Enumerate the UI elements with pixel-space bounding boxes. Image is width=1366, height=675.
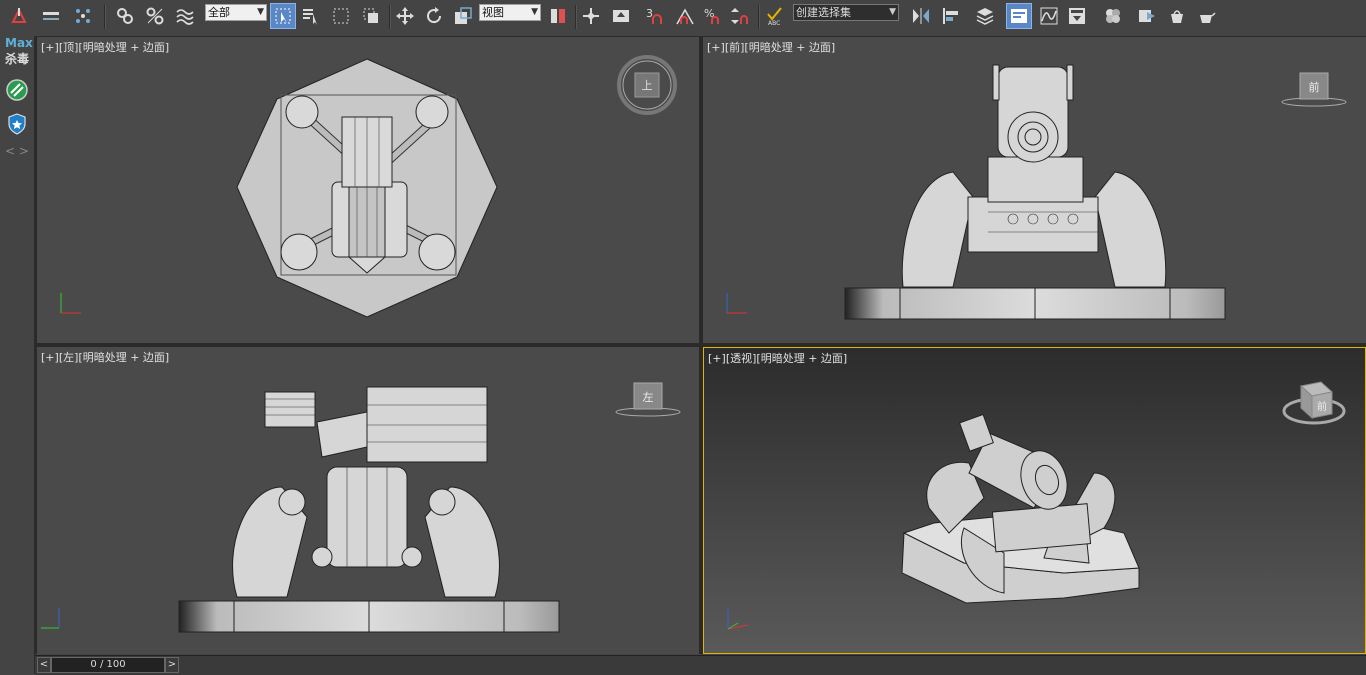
axis-tripod-left — [41, 608, 60, 629]
perspective-view-model — [704, 348, 1365, 653]
viewcube-face-left[interactable]: 左 — [640, 389, 656, 405]
material-editor-icon[interactable] — [1100, 3, 1126, 29]
svg-text:3: 3 — [646, 7, 653, 20]
next-frame-button[interactable]: > — [165, 657, 179, 673]
viewport-top[interactable]: [+][顶][明暗处理 + 边面] 上 — [37, 37, 699, 343]
link-icon[interactable] — [112, 3, 138, 29]
viewcube-face-front[interactable]: 前 — [1306, 79, 1322, 95]
viewport-front[interactable]: [+][前][明暗处理 + 边面] 前 — [703, 37, 1366, 343]
bind-spacewarp-icon[interactable] — [172, 3, 198, 29]
move-icon[interactable] — [392, 3, 418, 29]
snaps-toggle-icon[interactable]: 3 — [642, 3, 668, 29]
axis-tripod-front — [726, 293, 747, 314]
spinner-snap-icon[interactable] — [728, 3, 754, 29]
scene-explorer-icon[interactable] — [1006, 3, 1032, 29]
viewport-left[interactable]: [+][左][明暗处理 + 边面] 左 — [37, 347, 699, 654]
viewport-perspective[interactable]: [+][透视][明暗处理 + 边面] 前 — [703, 347, 1366, 654]
axis-tripod-top — [60, 293, 81, 314]
scale-icon[interactable] — [450, 3, 476, 29]
select-by-name-icon[interactable] — [298, 3, 324, 29]
plugin-sidebar: Max 杀毒 < > — [0, 36, 35, 674]
unlink-icon[interactable] — [142, 3, 168, 29]
selection-filter-dropdown[interactable]: 全部 ▼ — [205, 4, 267, 21]
viewport-label-perspective[interactable]: [+][透视][明暗处理 + 边面] — [708, 350, 847, 366]
rotate-icon[interactable] — [421, 3, 447, 29]
plugin-label-antivirus: 杀毒 — [5, 52, 30, 66]
window-crossing-icon[interactable] — [358, 3, 384, 29]
mirror-icon[interactable] — [908, 3, 934, 29]
keyboard-shortcut-icon[interactable] — [608, 3, 634, 29]
viewcube-face-perspective[interactable]: 前 — [1314, 398, 1330, 413]
plugin-label-max: Max — [5, 36, 33, 50]
svg-text:ABC: ABC — [768, 20, 780, 26]
select-manipulate-icon[interactable] — [578, 3, 604, 29]
front-view-model — [844, 64, 1347, 320]
left-view-model — [178, 382, 681, 633]
pivot-center-icon[interactable] — [545, 3, 571, 29]
viewcube-face-top[interactable]: 上 — [639, 77, 655, 93]
antivirus-scan-icon[interactable] — [5, 78, 29, 106]
viewport-label-top[interactable]: [+][顶][明暗处理 + 边面] — [41, 39, 169, 55]
percent-snap-icon[interactable]: % — [700, 3, 726, 29]
curve-editor-icon[interactable] — [1036, 3, 1062, 29]
time-slider[interactable]: 0 / 100 — [51, 657, 165, 673]
top-view-model — [236, 55, 677, 318]
shield-icon[interactable] — [5, 112, 29, 140]
render-frame-icon[interactable] — [1164, 3, 1190, 29]
undo-icon[interactable] — [6, 3, 32, 29]
named-selection-dropdown[interactable]: 创建选择集 ▼ — [793, 4, 899, 21]
viewport-area: [+][顶][明暗处理 + 边面] 上 [+][前][明暗处理 + 边面] 前 … — [35, 37, 1366, 654]
redo-icon[interactable] — [38, 3, 64, 29]
time-slider-bar: < 0 / 100 > — [35, 655, 1366, 675]
main-toolbar: 全部 ▼ 视图 ▼ 3 % ABC 创建选择集 ▼ — [0, 0, 1366, 37]
rect-selection-icon[interactable] — [328, 3, 354, 29]
viewport-label-left[interactable]: [+][左][明暗处理 + 边面] — [41, 349, 169, 365]
align-icon[interactable] — [938, 3, 964, 29]
viewport-label-front[interactable]: [+][前][明暗处理 + 边面] — [707, 39, 835, 55]
reference-coord-dropdown[interactable]: 视图 ▼ — [479, 4, 541, 21]
render-production-icon[interactable] — [1194, 3, 1220, 29]
sidebar-nav-arrows[interactable]: < > — [5, 144, 29, 158]
render-setup-icon[interactable] — [1134, 3, 1160, 29]
schematic-view-icon[interactable] — [1064, 3, 1090, 29]
select-object-icon[interactable] — [270, 3, 296, 29]
layer-manager-icon[interactable] — [972, 3, 998, 29]
axis-tripod-perspective — [727, 607, 749, 630]
scatter-icon[interactable] — [70, 3, 96, 29]
spelling-check-icon[interactable]: ABC — [762, 3, 788, 29]
angle-snap-icon[interactable] — [672, 3, 698, 29]
prev-frame-button[interactable]: < — [37, 657, 51, 673]
